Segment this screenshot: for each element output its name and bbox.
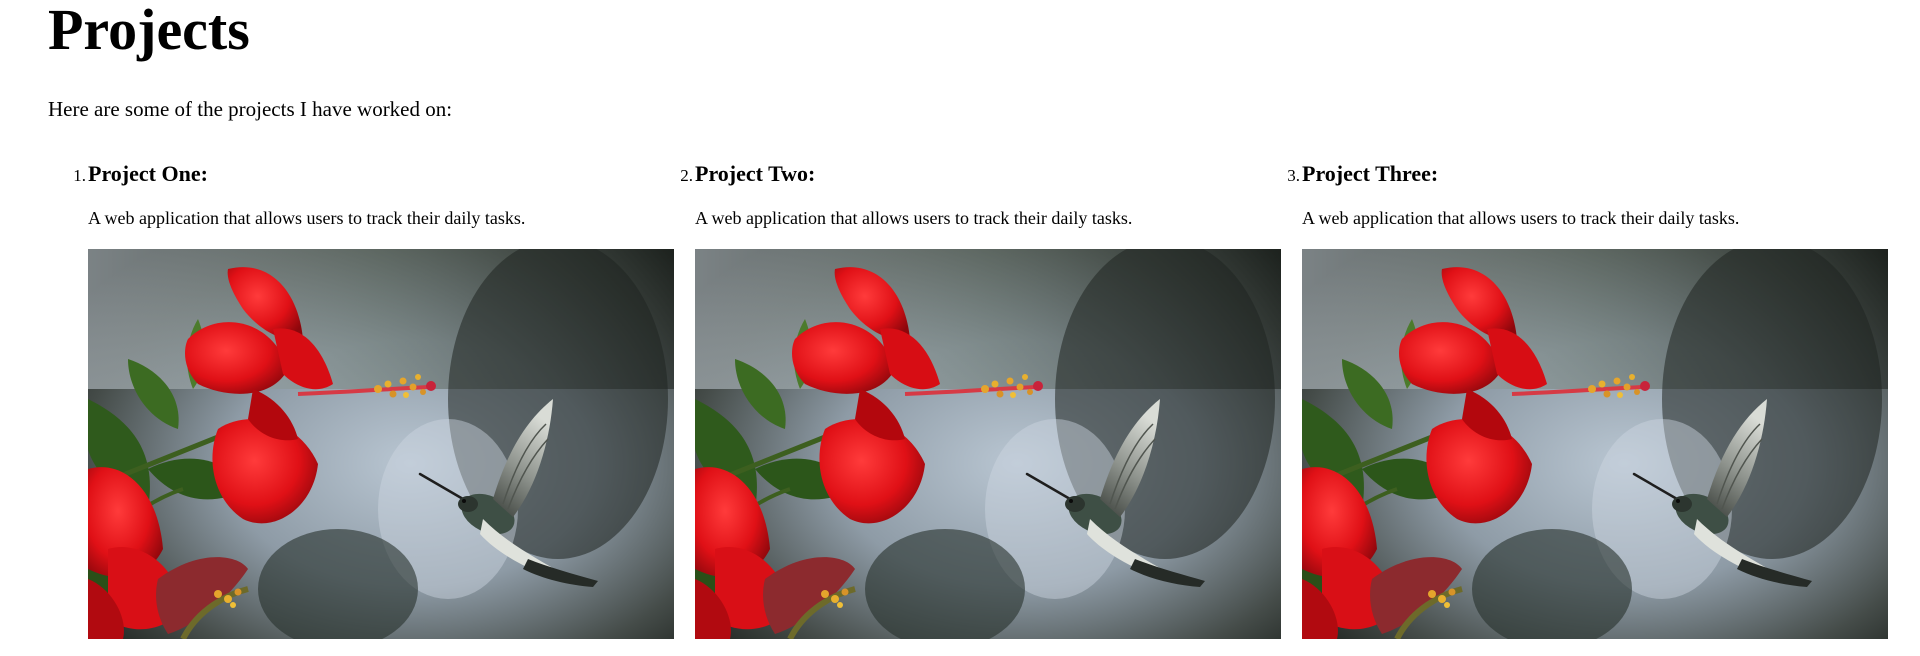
project-image xyxy=(88,249,674,639)
list-number: 1. xyxy=(73,166,86,185)
hibiscus-hummingbird-photo xyxy=(1302,249,1888,639)
hibiscus-hummingbird-photo xyxy=(695,249,1281,639)
project-description: A web application that allows users to t… xyxy=(695,208,1133,228)
project-title: Project One: xyxy=(88,161,208,186)
project-image xyxy=(1302,249,1888,639)
project-item: 3. Project Three: A web application that… xyxy=(1287,160,1888,640)
project-title: Project Three: xyxy=(1302,161,1439,186)
project-description: A web application that allows users to t… xyxy=(88,208,526,228)
project-title: Project Two: xyxy=(695,161,816,186)
hibiscus-hummingbird-photo xyxy=(88,249,674,639)
project-item: 1. Project One: A web application that a… xyxy=(73,160,674,640)
project-item: 2. Project Two: A web application that a… xyxy=(680,160,1281,640)
project-list: 1. Project One: A web application that a… xyxy=(48,160,1892,640)
project-description: A web application that allows users to t… xyxy=(1302,208,1740,228)
project-image xyxy=(695,249,1281,639)
page-title: Projects xyxy=(48,0,250,62)
intro-text: Here are some of the projects I have wor… xyxy=(48,97,453,121)
list-number: 3. xyxy=(1287,166,1300,185)
list-number: 2. xyxy=(680,166,693,185)
